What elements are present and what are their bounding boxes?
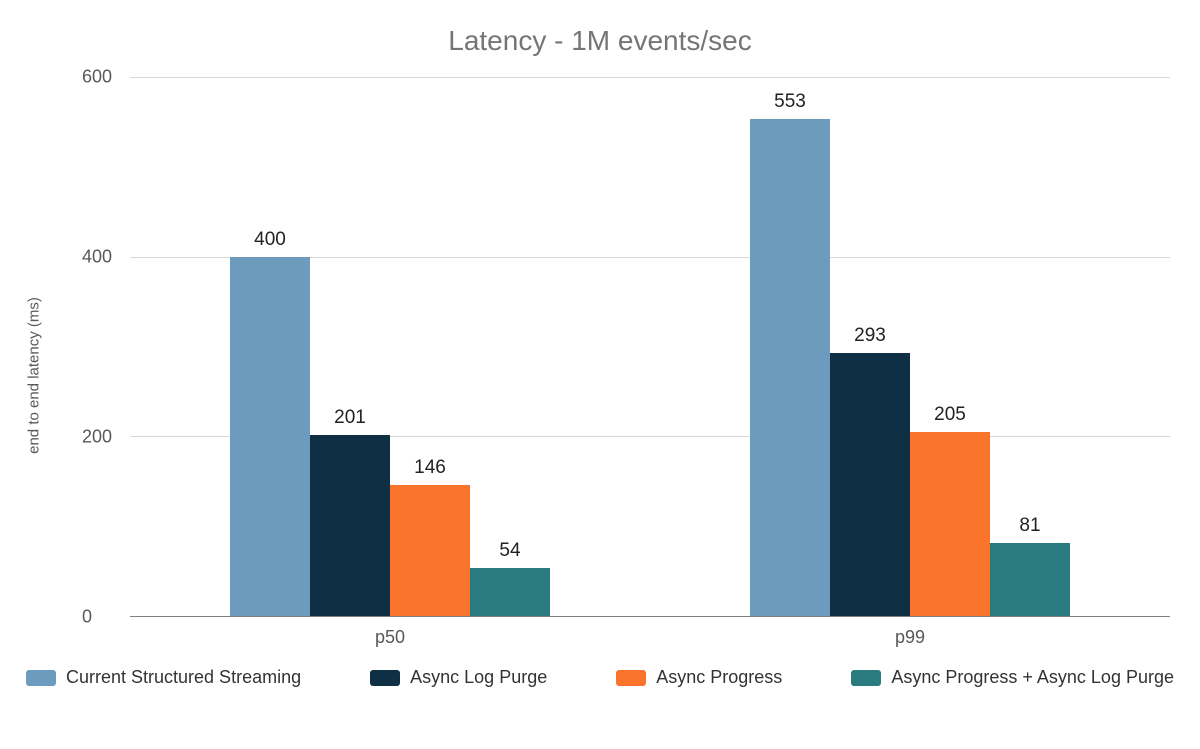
x-tick-label: p99 (650, 617, 1170, 657)
plot-wrap: end to end latency (ms) 0200400600 40020… (80, 77, 1180, 657)
legend-label: Async Progress (656, 667, 782, 688)
legend-item: Async Progress (616, 667, 782, 688)
bar-value-label: 205 (934, 404, 966, 426)
bar-value-label: 553 (774, 91, 806, 113)
legend-swatch (851, 670, 881, 686)
legend-item: Async Log Purge (370, 667, 547, 688)
bar-group: 40020114654 (130, 77, 650, 616)
bar: 54 (470, 568, 550, 617)
legend-label: Current Structured Streaming (66, 667, 301, 688)
bar: 81 (990, 543, 1070, 616)
bar: 146 (390, 485, 470, 616)
x-tick-label: p50 (130, 617, 650, 657)
chart-title: Latency - 1M events/sec (20, 25, 1180, 57)
legend: Current Structured Streaming Async Log Pu… (20, 657, 1180, 688)
legend-label: Async Log Purge (410, 667, 547, 688)
bar: 293 (830, 353, 910, 616)
bar-groups: 4002011465455329320581 (130, 77, 1170, 616)
legend-label: Async Progress + Async Log Purge (891, 667, 1174, 688)
bar: 553 (750, 119, 830, 616)
legend-item: Async Progress + Async Log Purge (851, 667, 1174, 688)
chart-container: Latency - 1M events/sec end to end laten… (20, 10, 1180, 740)
bar-value-label: 201 (334, 407, 366, 429)
y-tick-label: 600 (82, 67, 112, 88)
legend-swatch (26, 670, 56, 686)
y-tick-label: 400 (82, 247, 112, 268)
bar-value-label: 293 (854, 325, 886, 347)
bar-value-label: 146 (414, 457, 446, 479)
bar-group: 55329320581 (650, 77, 1170, 616)
x-ticks: p50p99 (130, 617, 1170, 657)
bar-value-label: 54 (499, 540, 520, 562)
bar: 205 (910, 432, 990, 616)
y-tick-label: 0 (82, 607, 92, 628)
legend-swatch (616, 670, 646, 686)
bar-value-label: 81 (1019, 515, 1040, 537)
legend-item: Current Structured Streaming (26, 667, 301, 688)
y-axis-label: end to end latency (ms) (26, 297, 43, 454)
plot-area: 4002011465455329320581 (130, 77, 1170, 617)
bar: 201 (310, 435, 390, 616)
bar: 400 (230, 257, 310, 616)
bar-value-label: 400 (254, 229, 286, 251)
y-tick-label: 200 (82, 427, 112, 448)
legend-swatch (370, 670, 400, 686)
